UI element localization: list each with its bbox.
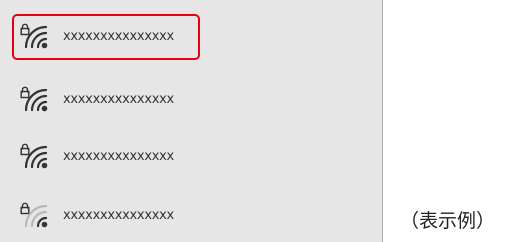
network-ssid: xxxxxxxxxxxxxxx bbox=[63, 149, 174, 164]
network-item-4[interactable]: xxxxxxxxxxxxxxx bbox=[12, 193, 200, 239]
network-ssid: xxxxxxxxxxxxxxx bbox=[63, 92, 174, 107]
network-item-2[interactable]: xxxxxxxxxxxxxxx bbox=[12, 77, 200, 123]
network-item-1[interactable]: xxxxxxxxxxxxxxx bbox=[12, 14, 200, 60]
wifi-network-list: xxxxxxxxxxxxxxx xxxxxxxxxxxxxxx xxxxxxxx… bbox=[0, 0, 383, 242]
network-ssid: xxxxxxxxxxxxxxx bbox=[63, 29, 174, 44]
wifi-lock-icon bbox=[20, 86, 48, 112]
example-caption: （表示例） bbox=[400, 210, 496, 232]
wifi-lock-icon bbox=[20, 202, 48, 228]
wifi-lock-icon bbox=[20, 143, 48, 169]
network-ssid: xxxxxxxxxxxxxxx bbox=[63, 208, 174, 223]
network-item-3[interactable]: xxxxxxxxxxxxxxx bbox=[12, 134, 200, 180]
wifi-lock-icon bbox=[20, 23, 48, 49]
